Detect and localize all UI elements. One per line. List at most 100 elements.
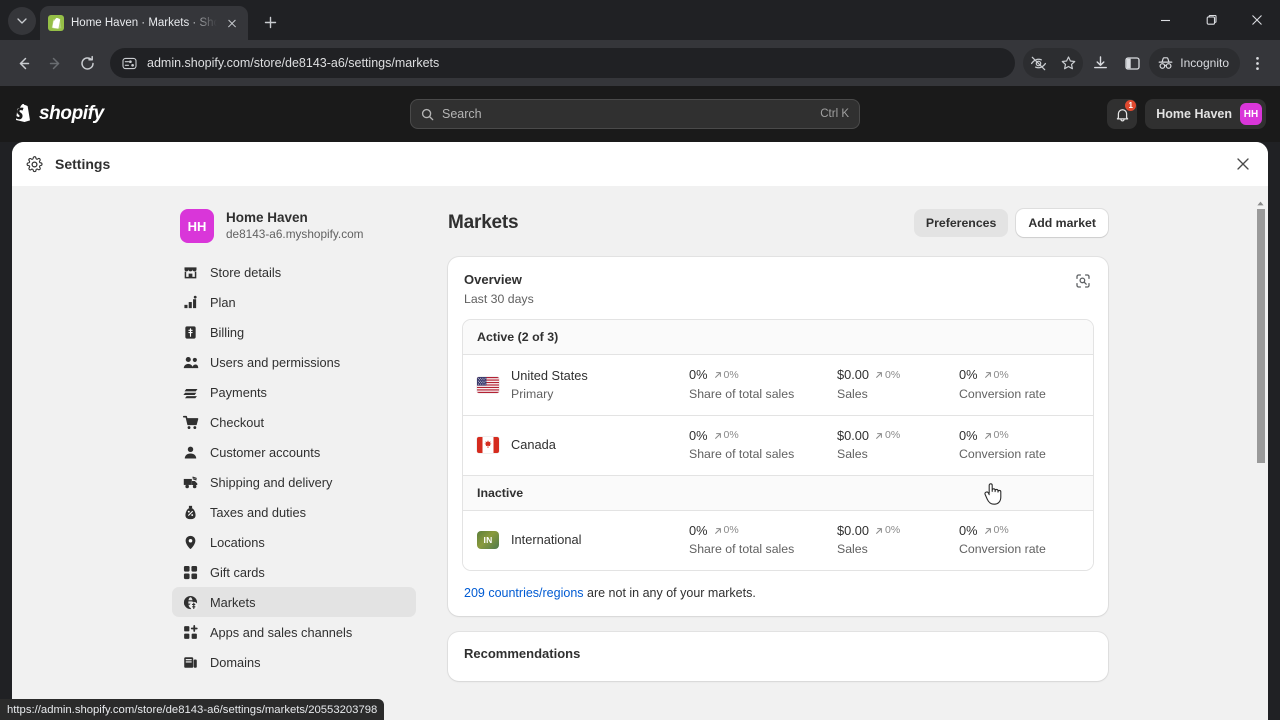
- settings-sidebar: HH Home Haven de8143-a6.myshopify.com St…: [172, 201, 416, 720]
- sidebar-item-markets[interactable]: Markets: [172, 587, 416, 618]
- reload-icon[interactable]: [72, 48, 102, 78]
- sidebar-item-label: Users and permissions: [210, 354, 341, 370]
- store-name-label: Home Haven: [1156, 107, 1232, 121]
- scroll-up-arrow-icon[interactable]: [1255, 198, 1266, 209]
- metric-sales: $0.00 0% Sales: [837, 427, 959, 464]
- sidebar-item-payments[interactable]: Payments: [172, 377, 416, 407]
- metric-conversion-rate: 0% 0% Conversion rate: [959, 427, 1093, 464]
- sidebar-item-apps-and-sales-channels[interactable]: Apps and sales channels: [172, 617, 416, 647]
- window-controls: [1142, 0, 1280, 40]
- forward-icon[interactable]: [40, 48, 70, 78]
- tracking-protection-icon[interactable]: [1023, 48, 1053, 78]
- sidebar-item-label: Gift cards: [210, 564, 265, 580]
- metric-delta: 0%: [984, 368, 1009, 383]
- address-bar[interactable]: admin.shopify.com/store/de8143-a6/settin…: [110, 48, 1016, 78]
- metric-delta: 0%: [875, 523, 900, 538]
- sidebar-item-label: Payments: [210, 384, 267, 400]
- users-icon: [182, 355, 199, 370]
- sidebar-item-label: Domains: [210, 654, 261, 670]
- side-panel-icon[interactable]: [1117, 48, 1147, 78]
- tab-close-icon[interactable]: [224, 15, 240, 31]
- markets-group-table: Active (2 of 3) United States Primary 0%…: [462, 318, 1094, 571]
- sidebar-store-header[interactable]: HH Home Haven de8143-a6.myshopify.com: [172, 201, 416, 257]
- window-close-icon[interactable]: [1234, 0, 1280, 40]
- sidebar-item-checkout[interactable]: Checkout: [172, 407, 416, 437]
- sidebar-item-plan[interactable]: Plan: [172, 287, 416, 317]
- close-icon[interactable]: [1232, 153, 1254, 175]
- header-right-actions: 1 Home Haven HH: [1107, 99, 1266, 129]
- recommendations-title: Recommendations: [464, 645, 581, 661]
- new-tab-button[interactable]: [256, 8, 284, 36]
- bookmark-star-icon[interactable]: [1053, 48, 1083, 78]
- sidebar-item-gift-cards[interactable]: Gift cards: [172, 557, 416, 587]
- browser-tab[interactable]: Home Haven · Markets · Shopify: [40, 6, 248, 40]
- tax-icon: [182, 505, 199, 520]
- flag-ca-icon: [477, 437, 499, 454]
- countries-regions-link[interactable]: 209 countries/regions: [464, 586, 584, 600]
- globe-icon: [182, 595, 199, 610]
- tab-search-chevron-icon[interactable]: [8, 7, 36, 35]
- sidebar-item-taxes-and-duties[interactable]: Taxes and duties: [172, 497, 416, 527]
- markets-header: Markets Preferences Add market: [448, 201, 1108, 237]
- arrow-up-right-icon: [876, 372, 882, 379]
- countries-regions-rest: are not in any of your markets.: [583, 585, 756, 600]
- metric-label: Sales: [837, 542, 868, 557]
- incognito-profile-button[interactable]: Incognito: [1149, 48, 1240, 78]
- metric-value: 0%: [689, 367, 708, 383]
- sidebar-nav-list: Store details Plan Billing Users and per…: [172, 257, 416, 677]
- sidebar-item-label: Apps and sales channels: [210, 624, 353, 640]
- avatar: HH: [1240, 103, 1262, 125]
- metric-share-of-total-sales: 0% 0% Share of total sales: [689, 522, 837, 559]
- metric-value: 0%: [689, 522, 708, 538]
- metric-delta-value: 0%: [993, 523, 1009, 536]
- metric-value: 0%: [959, 367, 978, 383]
- metric-delta-value: 0%: [723, 428, 739, 441]
- search-input[interactable]: Search Ctrl K: [410, 99, 860, 129]
- group-heading-active: Active (2 of 3): [463, 319, 1093, 355]
- sidebar-item-store-details[interactable]: Store details: [172, 257, 416, 287]
- shopify-admin-header: shopify Search Ctrl K 1 Home Haven HH: [0, 86, 1280, 142]
- store-switcher-button[interactable]: Home Haven HH: [1145, 99, 1266, 129]
- gear-icon: [26, 155, 43, 173]
- unassigned-countries-note: 209 countries/regions are not in any of …: [448, 571, 1108, 616]
- table-row[interactable]: United States Primary 0% 0% Share of tot…: [463, 354, 1093, 415]
- window-minimize-icon[interactable]: [1142, 0, 1188, 40]
- metric-delta-value: 0%: [723, 523, 739, 536]
- sidebar-item-domains[interactable]: Domains: [172, 647, 416, 677]
- add-market-button[interactable]: Add market: [1016, 209, 1108, 237]
- metric-delta: 0%: [875, 428, 900, 443]
- toolbar-right-actions: Incognito: [1023, 48, 1272, 78]
- incognito-label: Incognito: [1180, 56, 1229, 70]
- sidebar-item-customer-accounts[interactable]: Customer accounts: [172, 437, 416, 467]
- shopify-logo[interactable]: shopify: [14, 103, 104, 125]
- sidebar-item-label: Billing: [210, 324, 245, 340]
- table-row[interactable]: Canada 0% 0% Share of total sales $0.00 …: [463, 414, 1093, 475]
- table-row[interactable]: IN International 0% 0% Share of total sa…: [463, 510, 1093, 570]
- recommendations-card: Recommendations: [448, 631, 1108, 681]
- notifications-button[interactable]: 1: [1107, 99, 1138, 129]
- store-icon: [182, 265, 199, 280]
- browser-menu-icon[interactable]: [1242, 48, 1272, 78]
- back-icon[interactable]: [8, 48, 38, 78]
- sidebar-item-billing[interactable]: Billing: [172, 317, 416, 347]
- sidebar-item-shipping-and-delivery[interactable]: Shipping and delivery: [172, 467, 416, 497]
- modal-scrollbar[interactable]: [1255, 198, 1266, 720]
- sidebar-item-label: Plan: [210, 294, 236, 310]
- sidebar-item-users-and-permissions[interactable]: Users and permissions: [172, 347, 416, 377]
- scrollbar-thumb[interactable]: [1256, 209, 1265, 463]
- window-maximize-icon[interactable]: [1188, 0, 1234, 40]
- downloads-icon[interactable]: [1085, 48, 1115, 78]
- status-bar-url: https://admin.shopify.com/store/de8143-a…: [0, 699, 385, 720]
- metric-delta-value: 0%: [723, 368, 739, 381]
- preferences-button[interactable]: Preferences: [913, 209, 1009, 237]
- sidebar-item-label: Taxes and duties: [210, 504, 307, 520]
- chart-icon: [182, 295, 199, 310]
- person-icon: [182, 445, 199, 460]
- view-report-icon[interactable]: [1072, 270, 1094, 292]
- metric-label: Share of total sales: [689, 447, 795, 462]
- sidebar-item-locations[interactable]: Locations: [172, 527, 416, 557]
- metric-label: Share of total sales: [689, 386, 795, 401]
- gift-card-icon: [182, 565, 199, 580]
- site-settings-icon[interactable]: [122, 56, 137, 71]
- arrow-up-right-icon: [876, 432, 882, 439]
